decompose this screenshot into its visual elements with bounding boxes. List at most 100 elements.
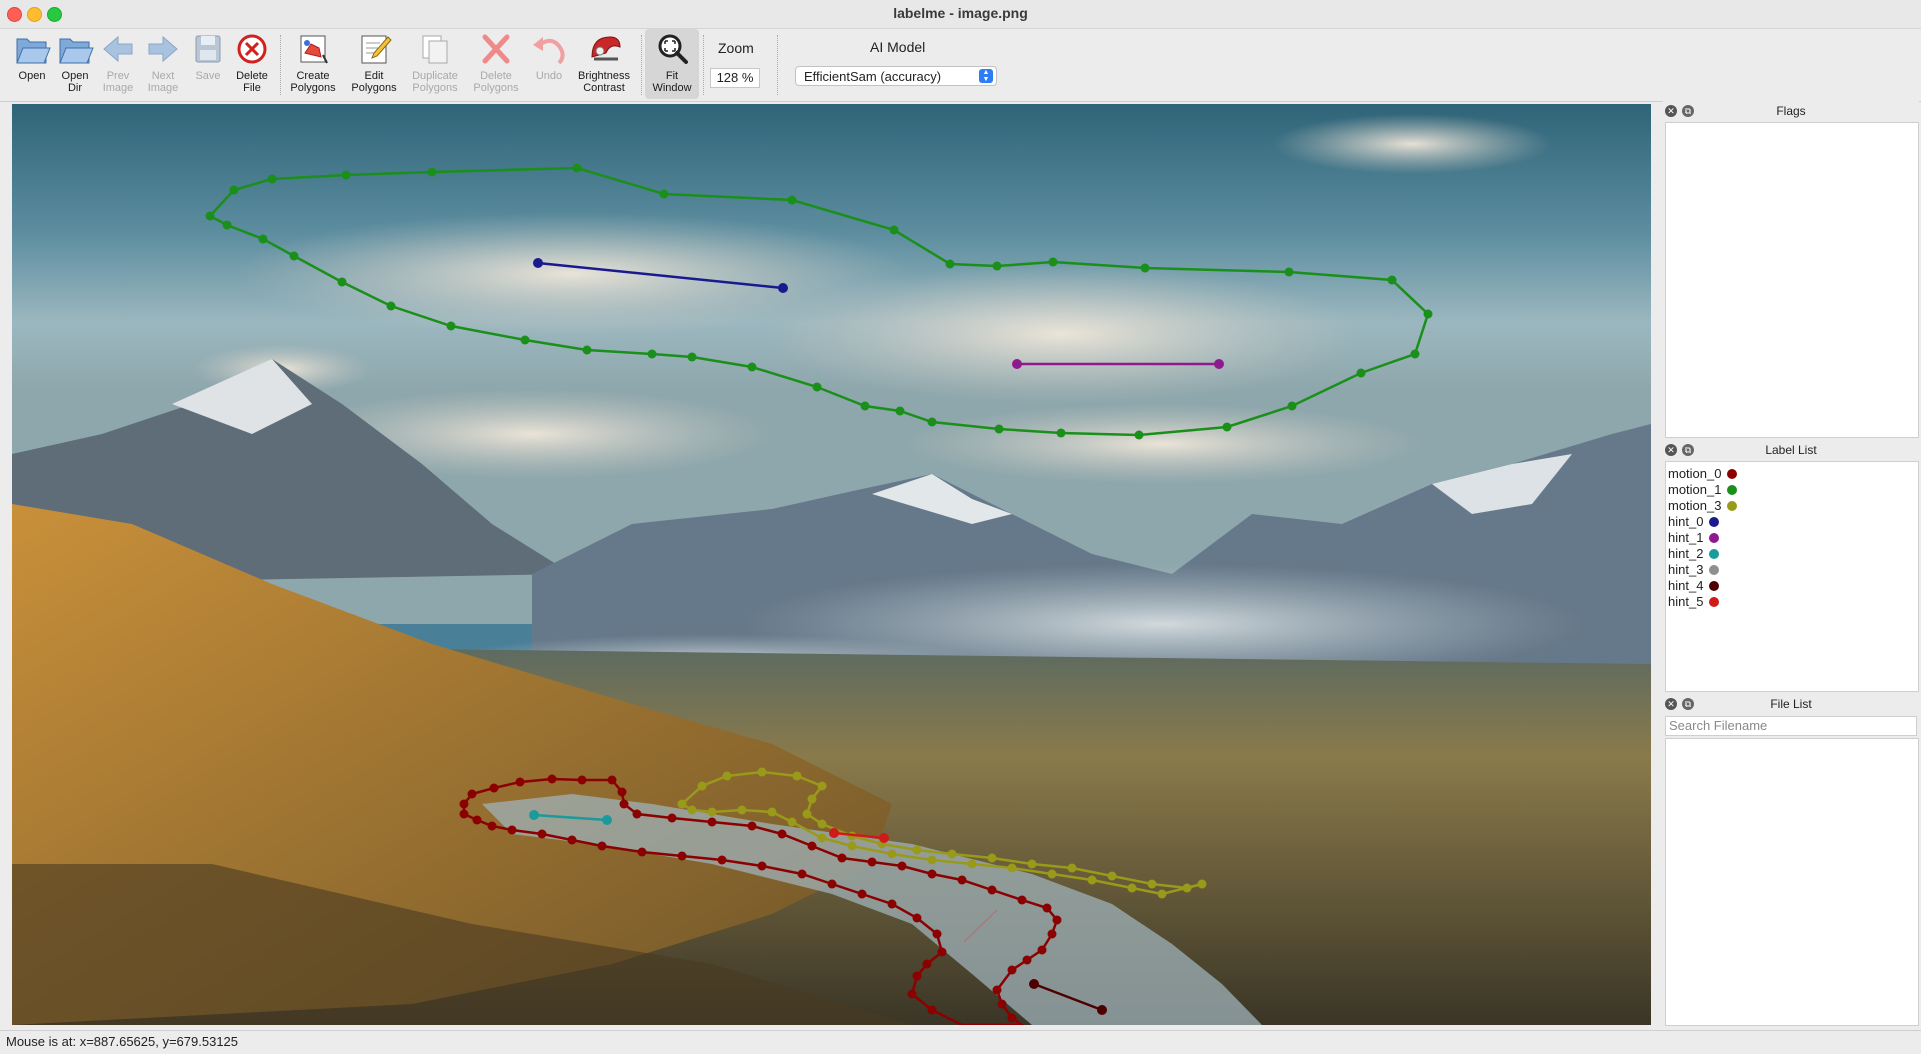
label-list-item-text: hint_5 <box>1668 594 1704 609</box>
floppy-icon <box>195 35 221 63</box>
float-icon[interactable]: ⧉ <box>1682 698 1694 710</box>
undo-icon <box>533 37 565 65</box>
label-color-dot <box>1727 469 1738 479</box>
duplicate-icon <box>422 35 448 64</box>
create-polygons-button[interactable]: Create Polygons <box>288 29 338 99</box>
flags-list[interactable] <box>1665 122 1919 438</box>
brightness-icon <box>591 36 621 61</box>
file-list-title: File List <box>1770 697 1812 711</box>
undo-label: Undo <box>535 70 563 82</box>
label-color-dot <box>1709 533 1720 543</box>
label-list-title: Label List <box>1765 443 1817 457</box>
label-color-dot <box>1709 581 1720 591</box>
delete-polygons-label: Delete Polygons <box>473 70 519 94</box>
float-icon[interactable]: ⧉ <box>1682 444 1694 456</box>
canvas-image <box>12 104 1651 1025</box>
arrow-right-icon <box>148 35 178 63</box>
brightness-contrast-button[interactable]: Brightness Contrast <box>574 29 634 99</box>
next-image-label: Next Image <box>147 70 179 94</box>
label-color-dot <box>1709 549 1720 559</box>
file-list[interactable] <box>1665 738 1919 1026</box>
edit-pencil-icon <box>361 35 392 64</box>
close-icon[interactable]: ✕ <box>1665 698 1677 710</box>
label-list-item[interactable]: hint_2 <box>1668 546 1918 562</box>
toolbar: Open Open Dir Prev Image Next Image Save <box>0 29 1921 102</box>
undo-button[interactable]: Undo <box>529 29 569 99</box>
save-button[interactable]: Save <box>186 29 230 99</box>
label-list-item[interactable]: hint_4 <box>1668 578 1918 594</box>
label-list-item-text: motion_0 <box>1668 466 1722 481</box>
label-list-item-text: hint_2 <box>1668 546 1704 561</box>
flags-dock-header: ✕ ⧉ Flags <box>1663 101 1919 121</box>
ai-model-select[interactable]: EfficientSam (accuracy) ▲ ▼ <box>795 66 997 86</box>
toolbar-separator <box>641 35 642 95</box>
save-label: Save <box>195 70 221 82</box>
chevron-updown-icon: ▲ ▼ <box>979 69 993 83</box>
duplicate-polygons-button[interactable]: Duplicate Polygons <box>407 29 463 99</box>
flags-dock: ✕ ⧉ Flags <box>1663 101 1919 438</box>
window-title: labelme - image.png <box>893 5 1028 21</box>
close-icon[interactable]: ✕ <box>1665 444 1677 456</box>
folder-open-icon <box>16 38 51 64</box>
search-filename-input[interactable]: Search Filename <box>1665 716 1917 736</box>
label-list-item[interactable]: motion_1 <box>1668 482 1918 498</box>
edit-polygons-label: Edit Polygons <box>351 70 397 94</box>
arrow-left-icon <box>103 35 133 63</box>
ai-model-label: AI Model <box>870 39 926 55</box>
ai-model-value: EfficientSam (accuracy) <box>804 69 942 84</box>
create-polygon-icon <box>300 35 328 64</box>
open-button[interactable]: Open <box>10 29 54 99</box>
label-list-panel[interactable]: motion_0 motion_1 motion_3 hint_0 hint_1 hint… <box>1665 461 1919 692</box>
float-icon[interactable]: ⧉ <box>1682 105 1694 117</box>
label-list-item[interactable]: hint_5 <box>1668 594 1918 610</box>
label-list-item-text: hint_1 <box>1668 530 1704 545</box>
label-color-dot <box>1709 517 1720 527</box>
zoom-input[interactable]: 128 % <box>710 68 760 88</box>
toolbar-separator <box>703 35 704 95</box>
brightness-contrast-label: Brightness Contrast <box>578 70 630 94</box>
open-dir-label: Open Dir <box>61 70 89 94</box>
flags-title: Flags <box>1776 104 1806 118</box>
open-label: Open <box>18 70 46 82</box>
label-list-item[interactable]: motion_0 <box>1668 466 1918 482</box>
delete-file-label: Delete File <box>236 70 268 94</box>
label-list-item-text: hint_3 <box>1668 562 1704 577</box>
label-list-item-text: motion_1 <box>1668 482 1722 497</box>
label-color-dot <box>1727 501 1738 511</box>
label-list-dock: ✕ ⧉ Label List motion_0 motion_1 motion_3 h… <box>1663 440 1919 692</box>
label-color-dot <box>1727 485 1738 495</box>
label-list-item[interactable]: hint_1 <box>1668 530 1918 546</box>
label-list-item[interactable]: motion_3 <box>1668 498 1918 514</box>
label-list-item[interactable]: hint_3 <box>1668 562 1918 578</box>
open-dir-button[interactable]: Open Dir <box>53 29 97 99</box>
fit-window-icon <box>658 34 688 64</box>
label-list-item-text: motion_3 <box>1668 498 1722 513</box>
create-polygons-label: Create Polygons <box>290 70 336 94</box>
close-icon[interactable]: ✕ <box>1665 105 1677 117</box>
next-image-button[interactable]: Next Image <box>141 29 185 99</box>
edit-polygons-button[interactable]: Edit Polygons <box>349 29 399 99</box>
image-canvas[interactable] <box>12 104 1651 1025</box>
toolbar-separator <box>280 35 281 95</box>
folder-icon <box>59 38 94 64</box>
toolbar-separator <box>777 35 778 95</box>
status-bar: Mouse is at: x=887.65625, y=679.53125 <box>0 1030 1921 1054</box>
prev-image-button[interactable]: Prev Image <box>96 29 140 99</box>
label-list-dock-header: ✕ ⧉ Label List <box>1663 440 1919 460</box>
delete-polygons-button[interactable]: Delete Polygons <box>470 29 522 99</box>
file-list-dock: ✕ ⧉ File List Search Filename <box>1663 694 1919 1026</box>
file-list-dock-header: ✕ ⧉ File List <box>1663 694 1919 714</box>
delete-circle-icon <box>237 34 267 64</box>
title-bar: labelme - image.png <box>0 0 1921 29</box>
fit-window-button[interactable]: Fit Window <box>645 29 699 99</box>
duplicate-polygons-label: Duplicate Polygons <box>412 70 458 94</box>
label-color-dot <box>1709 565 1720 575</box>
delete-file-button[interactable]: Delete File <box>230 29 274 99</box>
label-color-dot <box>1709 597 1720 607</box>
label-list-item[interactable]: hint_0 <box>1668 514 1918 530</box>
fit-window-label: Fit Window <box>652 70 692 94</box>
delete-x-icon <box>482 34 510 64</box>
label-list: motion_0 motion_1 motion_3 hint_0 hint_1 hint… <box>1666 462 1918 610</box>
zoom-label: Zoom <box>718 40 754 56</box>
prev-image-label: Prev Image <box>102 70 134 94</box>
